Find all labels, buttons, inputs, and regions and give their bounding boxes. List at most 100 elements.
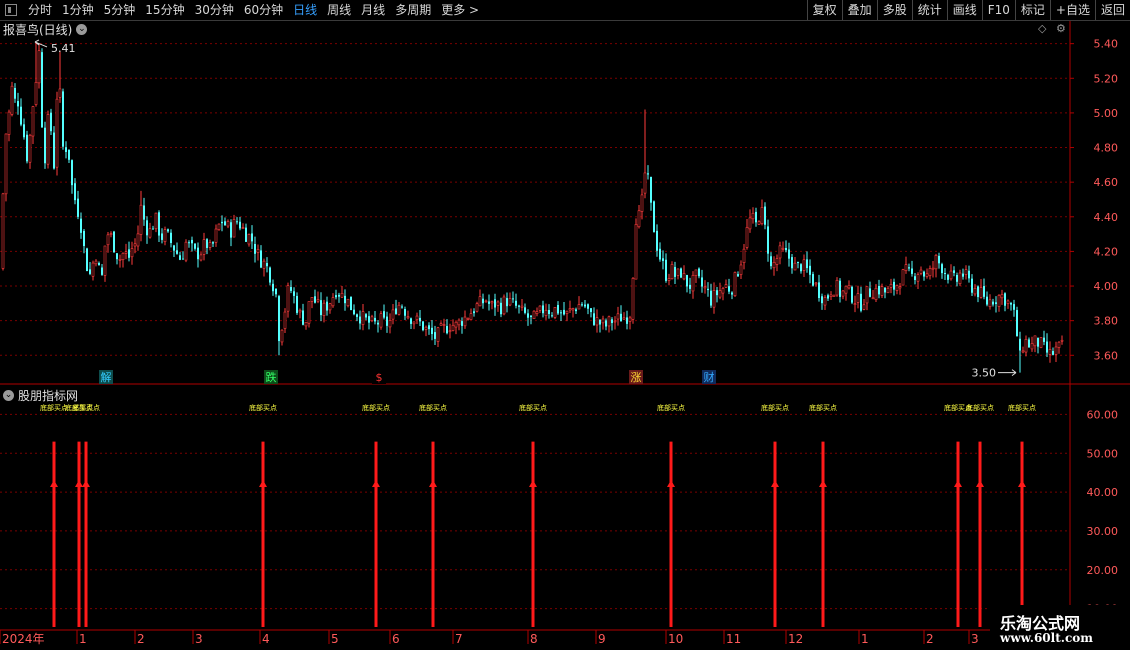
candle-body	[760, 207, 764, 224]
candle-body	[451, 324, 455, 331]
date-tick-label: 2	[926, 632, 934, 646]
candle-body	[1048, 349, 1052, 355]
candle-body	[770, 256, 772, 267]
date-tick-label: 12	[788, 632, 803, 646]
candle-body	[718, 290, 722, 298]
candle-body	[251, 233, 253, 242]
candle-body	[304, 321, 308, 327]
candle-body	[515, 300, 517, 306]
candle-body	[17, 101, 19, 107]
candle-body	[217, 223, 221, 230]
candle-body	[557, 304, 559, 314]
candle-body	[538, 305, 542, 311]
signal-bars: 底部买点底部买点底部买点 底部买点 底部买点 底部买点 底部买点 底部买点 底部买点 底部买点…	[40, 403, 1036, 627]
signal-label: 底部买点	[966, 403, 994, 412]
signal-arrow-icon	[1018, 480, 1026, 487]
price-tick-label: 4.80	[1094, 142, 1119, 155]
candle-body	[691, 275, 695, 292]
candle-body	[983, 286, 985, 297]
candle-body	[191, 239, 193, 244]
candle-body	[947, 274, 949, 280]
candle-body	[973, 288, 977, 295]
candle-body	[680, 268, 682, 278]
candle-body	[1060, 339, 1064, 342]
candle-body	[475, 303, 479, 312]
candle-body	[161, 233, 163, 240]
signal-arrow-icon	[954, 480, 962, 487]
candle-body	[944, 272, 946, 274]
price-tick-label: 4.60	[1094, 176, 1119, 189]
candle-body	[206, 239, 208, 248]
candle-body	[278, 296, 280, 342]
candle-body	[182, 258, 184, 260]
kline-chart[interactable]: 底部买点底部买点底部买点 底部买点 底部买点 底部买点 底部买点 底部买点 底部买点 底部买点…	[0, 0, 1130, 650]
candle-body	[130, 248, 134, 258]
candle-body	[152, 228, 154, 230]
candle-body	[254, 243, 256, 254]
candle-body	[241, 227, 245, 229]
candle-body	[676, 268, 680, 276]
diamond-icon[interactable]: ◇	[1038, 22, 1046, 35]
signal-label: 底部买点	[40, 403, 68, 412]
date-axis: 2024年 1 2 3 4 5 6 7 8 9 10 11 12 1 2 3	[0, 630, 979, 646]
candle-body	[551, 315, 553, 317]
candle-body	[698, 268, 700, 277]
candle-body	[1037, 337, 1039, 347]
candle-body	[322, 302, 326, 316]
candle-body	[461, 321, 463, 326]
candle-body	[1052, 351, 1054, 355]
candle-body	[568, 308, 572, 311]
candle-body	[931, 267, 935, 270]
candle-body	[971, 278, 973, 293]
candle-body	[65, 147, 67, 152]
chevron-down-icon[interactable]: ⌄	[76, 24, 88, 35]
chevron-down-icon[interactable]: ⌄	[3, 390, 14, 401]
candle-body	[388, 320, 392, 328]
candle-body	[806, 259, 808, 269]
candle-body	[356, 314, 358, 317]
candle-body	[326, 301, 328, 311]
candle-body	[788, 249, 790, 259]
candle-body	[247, 234, 251, 245]
candle-body	[886, 287, 890, 294]
settings-icon[interactable]: ⚙	[1056, 22, 1066, 35]
candle-body	[716, 290, 718, 296]
candle-body	[20, 106, 22, 125]
date-tick-label: 11	[726, 632, 741, 646]
date-tick-label: 9	[598, 632, 606, 646]
candle-body	[454, 321, 458, 328]
candle-body	[106, 234, 110, 246]
candle-body	[478, 296, 482, 307]
candle-body	[502, 296, 506, 315]
candle-body	[436, 327, 440, 342]
candle-body	[494, 299, 496, 308]
candle-body	[148, 228, 152, 238]
price-tick-label: 3.60	[1094, 349, 1119, 362]
low-price-label: 3.50	[972, 367, 997, 380]
candle-body	[232, 219, 236, 238]
candle-body	[548, 310, 550, 314]
event-marker-label: $	[376, 371, 383, 384]
candle-body	[827, 295, 829, 299]
main-panel-tools: ◇ ⚙	[1038, 22, 1066, 35]
candle-body	[410, 318, 412, 324]
indicator-gridlines	[0, 413, 1070, 610]
candle-body	[953, 270, 955, 274]
stock-title: 报喜鸟(日线)	[3, 23, 73, 37]
candle-body	[958, 272, 962, 285]
candle-body	[865, 286, 869, 304]
candle-body	[23, 124, 25, 138]
candle-body	[889, 283, 893, 288]
candle-body	[331, 297, 335, 307]
candle-body	[835, 279, 839, 296]
candle-body	[1054, 346, 1058, 355]
candle-body	[53, 132, 55, 169]
candle-body	[964, 269, 968, 275]
candle-body	[622, 317, 626, 320]
signal-label: 底部买点	[519, 403, 547, 412]
candle-body	[422, 321, 424, 331]
candle-body	[428, 325, 430, 330]
candle-body	[650, 176, 652, 203]
candle-body	[490, 301, 494, 304]
candle-body	[68, 149, 70, 160]
